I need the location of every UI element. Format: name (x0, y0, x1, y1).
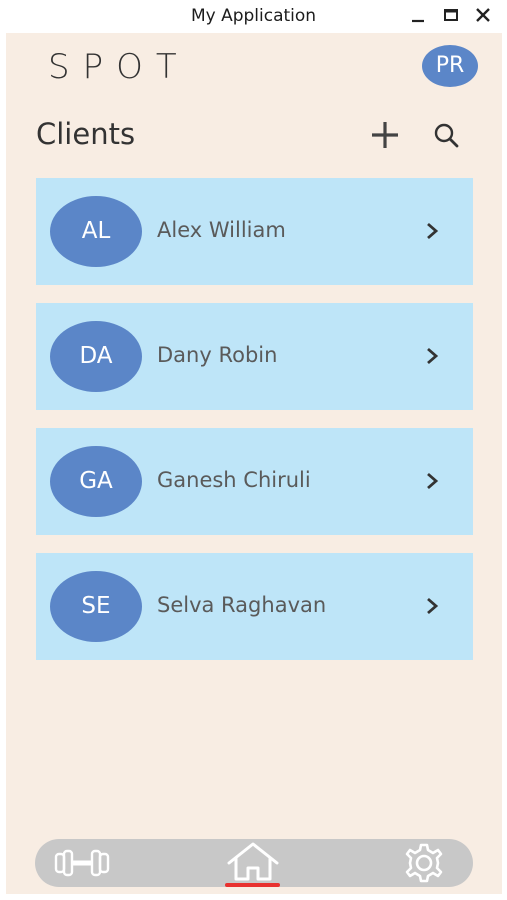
window-titlebar: My Application (0, 0, 507, 33)
chevron-right-icon (427, 597, 439, 615)
client-name: Alex William (157, 218, 286, 242)
bottom-navigation (35, 839, 473, 887)
client-name: Dany Robin (157, 343, 278, 367)
app-logo: SPOT (48, 47, 190, 87)
search-icon[interactable] (430, 119, 464, 153)
client-list-item[interactable]: DA Dany Robin (36, 303, 473, 410)
app-window: SPOT PR Clients AL Alex William DA Dany … (6, 33, 502, 894)
client-list-item[interactable]: SE Selva Raghavan (36, 553, 473, 660)
minimize-icon[interactable] (408, 4, 430, 26)
client-list-item[interactable]: GA Ganesh Chiruli (36, 428, 473, 535)
client-avatar: AL (50, 196, 142, 267)
gear-icon[interactable] (399, 839, 449, 887)
dumbbell-icon[interactable] (53, 839, 111, 887)
home-icon[interactable] (223, 839, 283, 887)
client-name: Ganesh Chiruli (157, 468, 311, 492)
page-title: Clients (36, 117, 136, 151)
add-client-icon[interactable] (368, 118, 402, 152)
window-title: My Application (190, 6, 317, 26)
maximize-icon[interactable] (440, 4, 462, 26)
chevron-right-icon (427, 222, 439, 240)
client-avatar: SE (50, 571, 142, 642)
client-name: Selva Raghavan (157, 593, 327, 617)
profile-avatar-button[interactable]: PR (422, 45, 478, 87)
client-list: AL Alex William DA Dany Robin GA Ganesh … (36, 178, 473, 678)
chevron-right-icon (427, 472, 439, 490)
chevron-right-icon (427, 347, 439, 365)
client-avatar: GA (50, 446, 142, 517)
close-icon[interactable] (472, 4, 494, 26)
active-tab-indicator (225, 883, 280, 887)
client-avatar: DA (50, 321, 142, 392)
client-list-item[interactable]: AL Alex William (36, 178, 473, 285)
